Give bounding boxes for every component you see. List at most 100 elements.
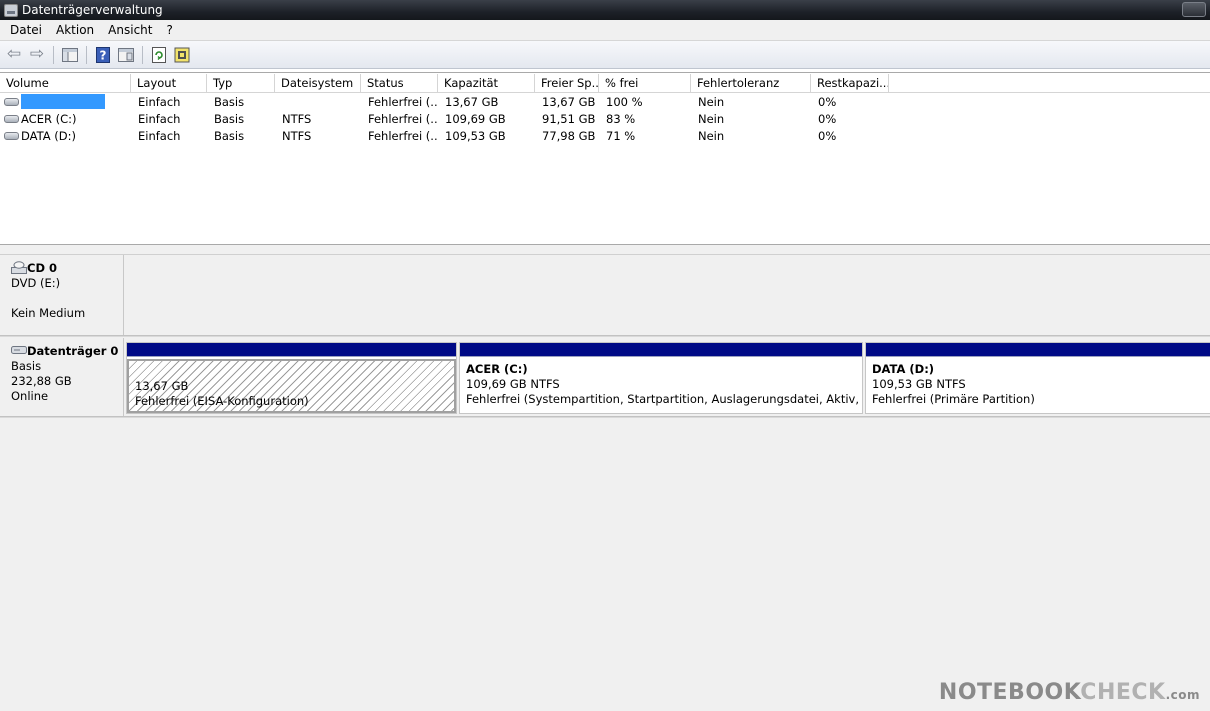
disk-type: Basis <box>11 359 42 373</box>
column-header-dateisystem[interactable]: Dateisystem <box>275 74 361 93</box>
cell-status: Fehlerfrei (... <box>368 129 438 143</box>
cell-status: Fehlerfrei (... <box>368 95 438 109</box>
cell-prozent-frei: 71 % <box>606 129 636 143</box>
cell-layout: Einfach <box>138 129 181 143</box>
disk-name: Datenträger 0 <box>27 344 119 358</box>
cd-media-status: Kein Medium <box>11 306 86 320</box>
cell-volume: DATA (D:) <box>0 128 131 145</box>
pane-splitter[interactable] <box>0 244 1210 255</box>
partition-status: Fehlerfrei (EISA-Konfiguration) <box>135 394 309 408</box>
partition-bar <box>866 343 1210 357</box>
disk-check-icon[interactable] <box>172 45 192 65</box>
cell-kapazitaet: 13,67 GB <box>445 95 499 109</box>
toolbar-separator <box>142 45 143 64</box>
partition-body: DATA (D:) 109,53 GB NTFS Fehlerfrei (Pri… <box>866 359 1210 413</box>
toolbar-separator <box>86 45 87 64</box>
cell-prozent-frei: 83 % <box>606 112 636 126</box>
partition-size: 109,69 GB NTFS <box>466 377 560 391</box>
cell-layout: Einfach <box>138 112 181 126</box>
cell-layout: Einfach <box>138 95 181 109</box>
cell-typ: Basis <box>214 112 245 126</box>
partition-eisa[interactable]: 13,67 GB Fehlerfrei (EISA-Konfiguration) <box>126 342 457 414</box>
column-header-typ[interactable]: Typ <box>207 74 275 93</box>
disk-size: 232,88 GB <box>11 374 72 388</box>
partition-name: ACER (C:) <box>466 362 528 376</box>
console-tree-icon[interactable] <box>60 45 80 65</box>
cell-restkapazitaet: 0% <box>818 95 837 109</box>
column-header-layout[interactable]: Layout <box>131 74 207 93</box>
cd-name: CD 0 <box>27 261 57 275</box>
cell-freier-speicher: 91,51 GB <box>542 112 596 126</box>
disk-drive-icon <box>11 346 27 354</box>
column-header-restkapazitaet[interactable]: Restkapazi... <box>811 74 889 93</box>
table-row[interactable]: DATA (D:) Einfach Basis NTFS Fehlerfrei … <box>0 128 889 145</box>
cell-restkapazitaet: 0% <box>818 129 837 143</box>
partition-status: Fehlerfrei (Primäre Partition) <box>872 392 1035 406</box>
volume-name: ACER (C:) <box>21 112 77 126</box>
svg-text:?: ? <box>100 48 107 62</box>
partition-body: ACER (C:) 109,69 GB NTFS Fehlerfrei (Sys… <box>460 359 862 413</box>
partition-bar <box>127 343 456 357</box>
partition-size: 13,67 GB <box>135 379 189 393</box>
partition-body: 13,67 GB Fehlerfrei (EISA-Konfiguration) <box>127 359 456 413</box>
partition-data-d[interactable]: DATA (D:) 109,53 GB NTFS Fehlerfrei (Pri… <box>865 342 1210 414</box>
partition-bar <box>460 343 862 357</box>
watermark-suffix: .com <box>1165 688 1200 702</box>
cell-status: Fehlerfrei (... <box>368 112 438 126</box>
back-icon[interactable]: ⇦ <box>4 45 24 65</box>
volume-list: Volume Layout Typ Dateisystem Status Kap… <box>0 72 1210 244</box>
cell-fehlertoleranz: Nein <box>698 129 725 143</box>
cd-area <box>126 255 1210 335</box>
cell-restkapazitaet: 0% <box>818 112 837 126</box>
partition-acer-c[interactable]: ACER (C:) 109,69 GB NTFS Fehlerfrei (Sys… <box>459 342 863 414</box>
disk-state: Online <box>11 389 49 403</box>
menu-ansicht[interactable]: Ansicht <box>101 23 159 37</box>
menu-aktion[interactable]: Aktion <box>49 23 101 37</box>
watermark-second: CHECK <box>1080 680 1166 705</box>
toolbar: ⇦ ⇨ ? <box>0 41 1210 69</box>
list-header: Volume Layout Typ Dateisystem Status Kap… <box>0 74 1210 93</box>
volume-name: DATA (D:) <box>21 129 76 143</box>
cell-prozent-frei: 100 % <box>606 95 643 109</box>
graphical-view: CD 0 DVD (E:) Kein Medium Datenträger 0 … <box>0 255 1210 711</box>
disk-row-separator <box>0 335 1210 337</box>
menu-help[interactable]: ? <box>159 23 179 37</box>
cell-dateisystem <box>275 94 361 111</box>
cell-volume: ACER (C:) <box>0 111 131 128</box>
drive-icon <box>4 114 19 123</box>
column-header-status[interactable]: Status <box>361 74 438 93</box>
column-header-freier-speicher[interactable]: Freier Sp... <box>535 74 599 93</box>
disk-label[interactable]: Datenträger 0 Basis 232,88 GB Online <box>2 338 124 416</box>
cd-label[interactable]: CD 0 DVD (E:) Kein Medium <box>2 255 124 335</box>
window-control-button[interactable] <box>1182 2 1206 17</box>
column-header-volume[interactable]: Volume <box>0 74 131 93</box>
forward-icon[interactable]: ⇨ <box>27 45 47 65</box>
window-title: Datenträgerverwaltung <box>22 3 163 17</box>
disk-management-icon <box>4 3 18 17</box>
help-icon[interactable]: ? <box>93 45 113 65</box>
title-bar: Datenträgerverwaltung <box>0 0 1210 20</box>
column-header-prozent-frei[interactable]: % frei <box>599 74 691 93</box>
cd-drive-icon <box>11 261 27 274</box>
drive-icon <box>4 131 19 140</box>
properties-icon[interactable] <box>116 45 136 65</box>
watermark-main: NOTEBOOK <box>938 680 1081 705</box>
toolbar-separator <box>53 45 54 64</box>
cell-kapazitaet: 109,69 GB <box>445 112 506 126</box>
menu-datei[interactable]: Datei <box>3 23 49 37</box>
column-header-kapazitaet[interactable]: Kapazität <box>438 74 535 93</box>
table-row[interactable]: Einfach Basis Fehlerfrei (... 13,67 GB 1… <box>0 94 889 111</box>
refresh-icon[interactable] <box>149 45 169 65</box>
disk-partitions: 13,67 GB Fehlerfrei (EISA-Konfiguration)… <box>126 342 1210 416</box>
watermark-logo: NOTEBOOKCHECK.com <box>939 680 1200 705</box>
drive-icon <box>4 97 19 106</box>
cell-fehlertoleranz: Nein <box>698 112 725 126</box>
disk-row-separator <box>0 416 1210 418</box>
column-header-fehlertoleranz[interactable]: Fehlertoleranz <box>691 74 811 93</box>
cell-freier-speicher: 77,98 GB <box>542 129 596 143</box>
cell-freier-speicher: 13,67 GB <box>542 95 596 109</box>
table-row[interactable]: ACER (C:) Einfach Basis NTFS Fehlerfrei … <box>0 111 889 128</box>
cell-typ: Basis <box>214 129 245 143</box>
cell-typ: Basis <box>214 95 245 109</box>
partition-name: DATA (D:) <box>872 362 935 376</box>
